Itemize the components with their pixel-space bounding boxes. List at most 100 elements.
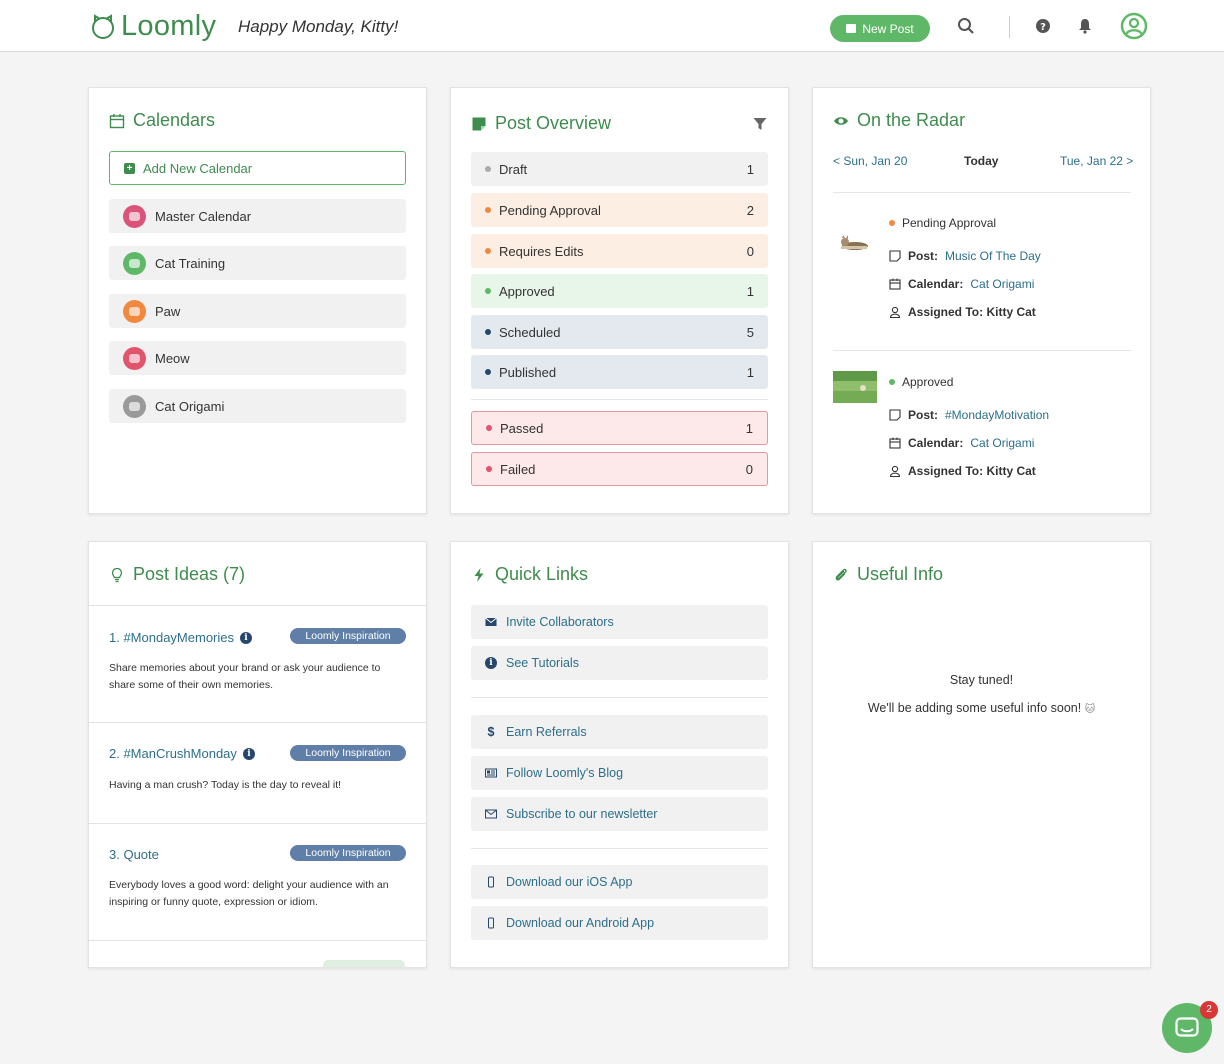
- svg-text:?: ?: [1040, 22, 1046, 33]
- status-count: 1: [746, 364, 754, 380]
- question-icon: ?: [1036, 19, 1050, 33]
- idea-title-link[interactable]: 3. Quote: [109, 847, 159, 862]
- user-circle-icon: [1120, 12, 1148, 40]
- idea-title-text: 3. Quote: [109, 847, 159, 862]
- quick-link-subscribe-newsletter[interactable]: Subscribe to our newsletter: [471, 797, 768, 831]
- notifications-button[interactable]: [1073, 14, 1097, 38]
- cat-logo-icon: [92, 13, 114, 39]
- calendar-item-label: Cat Origami: [155, 398, 225, 414]
- idea-title-link[interactable]: 1. #MondayMemories i: [109, 630, 252, 645]
- post-label: Post:: [908, 408, 938, 422]
- quick-links-divider: [471, 848, 768, 849]
- calendar-item-master[interactable]: Master Calendar: [109, 199, 406, 233]
- status-count: 0: [746, 243, 754, 259]
- radar-post-link[interactable]: #MondayMotivation: [945, 408, 1049, 422]
- status-label: Pending Approval: [499, 202, 601, 218]
- calendar-avatar: [123, 204, 146, 228]
- user-icon: [889, 306, 901, 318]
- post-thumbnail: [841, 235, 868, 250]
- post-ideas-card: Post Ideas (7) 1. #MondayMemories i Loom…: [88, 541, 427, 968]
- new-post-label: New Post: [862, 21, 914, 36]
- quick-link-follow-blog[interactable]: Follow Loomly's Blog: [471, 756, 768, 790]
- info-icon[interactable]: i: [240, 631, 252, 644]
- post-label: Post:: [908, 249, 938, 263]
- radar-today[interactable]: Today: [964, 154, 998, 168]
- calendar-item-cat-origami[interactable]: Cat Origami: [109, 389, 406, 423]
- post-ideas-title: Post Ideas (7): [109, 564, 245, 585]
- radar-post-line: Post: Music Of The Day: [889, 249, 1041, 263]
- status-dot: [486, 425, 492, 431]
- quick-link-see-tutorials[interactable]: i See Tutorials: [471, 646, 768, 680]
- quick-link-ios-app[interactable]: Download our iOS App: [471, 865, 768, 899]
- status-row-requires-edits[interactable]: Requires Edits 0: [471, 234, 768, 268]
- loomly-logo[interactable]: Loomly: [90, 10, 216, 43]
- paperclip-icon: [835, 568, 847, 580]
- status-count: 1: [746, 161, 754, 177]
- radar-post-link[interactable]: Music Of The Day: [945, 249, 1041, 263]
- calendar-item-cat-training[interactable]: Cat Training: [109, 246, 406, 280]
- add-new-calendar-button[interactable]: + Add New Calendar: [109, 151, 406, 185]
- filter-icon: [753, 118, 767, 130]
- idea-description: Having a man crush? Today is the day to …: [109, 779, 342, 791]
- radar-calendar-link[interactable]: Cat Origami: [970, 277, 1034, 291]
- status-dot: [485, 329, 491, 335]
- quick-link-label: Download our iOS App: [506, 875, 633, 889]
- calendar-avatar: [123, 346, 146, 370]
- filter-button[interactable]: [753, 117, 767, 131]
- radar-next-day[interactable]: Tue, Jan 22 >: [1060, 154, 1133, 168]
- quick-links-title-text: Quick Links: [495, 564, 589, 584]
- status-dot: [889, 379, 895, 385]
- status-label: Failed: [500, 461, 536, 477]
- idea-divider: [89, 605, 426, 606]
- idea-title-link[interactable]: 2. #ManCrushMonday i: [109, 746, 255, 761]
- quick-link-earn-referrals[interactable]: $ Earn Referrals: [471, 715, 768, 749]
- search-icon: [958, 18, 974, 34]
- help-button[interactable]: ?: [1031, 14, 1055, 38]
- radar-entry[interactable]: Approved Post: #MondayMotivation Calenda…: [833, 369, 1151, 479]
- user-icon: [889, 465, 901, 477]
- post-icon: [846, 24, 857, 33]
- useful-info-message-text: We'll be adding some useful info soon!: [867, 701, 1082, 715]
- new-post-button[interactable]: New Post: [830, 15, 930, 42]
- calendar-avatar: [123, 394, 146, 418]
- calendar-item-label: Master Calendar: [155, 208, 252, 224]
- calendar-item-meow[interactable]: Meow: [109, 341, 406, 375]
- radar-entry[interactable]: Pending Approval Post: Music Of The Day …: [833, 210, 1151, 320]
- status-label: Requires Edits: [499, 243, 584, 259]
- idea-divider: [89, 823, 426, 824]
- bolt-icon: [474, 567, 484, 582]
- mobile-icon: [488, 917, 494, 929]
- status-label: Draft: [499, 161, 528, 177]
- user-avatar[interactable]: [1120, 12, 1148, 40]
- radar-calendar-line: Calendar: Cat Origami: [889, 436, 1034, 450]
- info-icon: i: [485, 657, 497, 669]
- status-count: 1: [746, 283, 754, 299]
- status-row-approved[interactable]: Approved 1: [471, 274, 768, 308]
- assigned-label: Assigned To: Kitty Cat: [908, 464, 1036, 478]
- calendar-item-paw[interactable]: Paw: [109, 294, 406, 328]
- status-row-pending-approval[interactable]: Pending Approval 2: [471, 193, 768, 227]
- search-button[interactable]: [954, 14, 978, 38]
- status-label: Published: [499, 364, 557, 380]
- radar-assigned-line: Assigned To: Kitty Cat: [889, 464, 1036, 478]
- radar-divider: [833, 192, 1131, 193]
- info-icon[interactable]: i: [242, 747, 255, 760]
- lightbulb-icon: [111, 567, 123, 582]
- add-calendar-label: Add New Calendar: [143, 160, 253, 176]
- radar-calendar-link[interactable]: Cat Origami: [970, 436, 1034, 450]
- status-row-failed[interactable]: Failed 0: [471, 452, 768, 486]
- quick-link-android-app[interactable]: Download our Android App: [471, 906, 768, 940]
- post-overview-title: Post Overview: [471, 113, 611, 134]
- radar-status-line: Pending Approval: [889, 216, 996, 230]
- status-row-published[interactable]: Published 1: [471, 355, 768, 389]
- radar-status: Approved: [902, 375, 954, 389]
- status-row-draft[interactable]: Draft 1: [471, 152, 768, 186]
- calendar-icon: [889, 278, 901, 290]
- status-row-passed[interactable]: Passed 1: [471, 411, 768, 445]
- idea-divider: [89, 940, 426, 941]
- calendar-item-label: Paw: [155, 303, 181, 319]
- status-row-scheduled[interactable]: Scheduled 5: [471, 315, 768, 349]
- quick-link-label: See Tutorials: [506, 656, 579, 670]
- radar-prev-day[interactable]: < Sun, Jan 20: [833, 154, 907, 168]
- quick-link-invite-collaborators[interactable]: Invite Collaborators: [471, 605, 768, 639]
